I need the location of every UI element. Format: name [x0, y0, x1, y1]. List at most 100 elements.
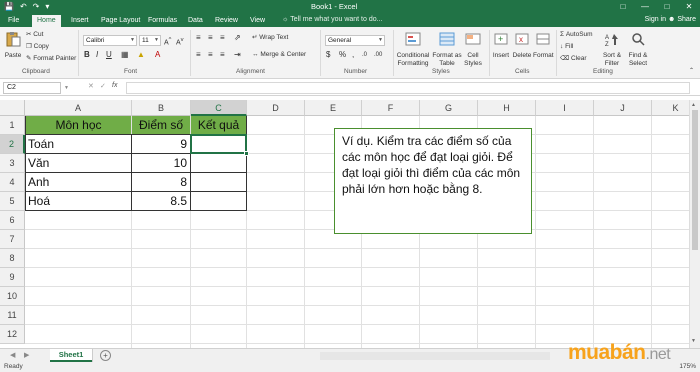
cancel-icon[interactable]: ✕ [88, 82, 94, 90]
sign-in-link[interactable]: Sign in [645, 16, 666, 23]
decrease-font-icon[interactable]: Av [176, 36, 184, 47]
column-header-d[interactable]: D [247, 100, 305, 116]
fill-handle[interactable] [244, 151, 249, 156]
cell-c4[interactable] [191, 173, 246, 192]
row-header-8[interactable]: 8 [0, 249, 25, 268]
formula-input[interactable] [126, 82, 690, 94]
cell-a3[interactable]: Văn [26, 154, 131, 173]
scroll-down-icon[interactable]: ▼ [691, 338, 696, 344]
clear-button[interactable]: ⌫ Clear [560, 55, 587, 63]
cell-c3[interactable] [191, 154, 246, 173]
align-center-icon[interactable]: ≡ [208, 51, 213, 59]
row-header-9[interactable]: 9 [0, 268, 25, 287]
insert-function-icon[interactable]: fx [112, 82, 117, 89]
decrease-decimal-icon[interactable]: .00 [374, 51, 382, 59]
bold-icon[interactable]: B [84, 51, 90, 59]
scrollbar-thumb[interactable] [692, 110, 698, 250]
cell-styles-button[interactable]: Cell Styles [462, 31, 484, 68]
align-right-icon[interactable]: ≡ [220, 51, 225, 59]
fill-color-icon[interactable]: ▲ [137, 51, 145, 59]
align-middle-icon[interactable]: ≡ [208, 34, 213, 42]
select-all-corner[interactable] [0, 100, 25, 116]
sheet-tab-sheet1[interactable]: Sheet1 [50, 349, 92, 362]
prev-sheet-icon[interactable]: ◀ [10, 351, 15, 359]
font-color-icon[interactable]: A [155, 51, 160, 59]
tab-page-layout[interactable]: Page Layout [101, 16, 140, 26]
borders-icon[interactable]: ▦ [121, 51, 129, 59]
currency-icon[interactable]: $ [326, 51, 330, 59]
cell-a1[interactable]: Môn học [26, 116, 131, 135]
column-header-f[interactable]: F [362, 100, 420, 116]
active-cell-selection[interactable] [190, 134, 249, 156]
column-header-i[interactable]: I [536, 100, 594, 116]
add-sheet-icon[interactable]: + [100, 350, 111, 361]
name-box-dropdown-icon[interactable]: ▼ [64, 84, 69, 92]
paste-button[interactable]: Paste [2, 31, 24, 60]
column-header-a[interactable]: A [25, 100, 132, 116]
delete-cells-button[interactable]: x Delete [512, 31, 532, 60]
row-header-7[interactable]: 7 [0, 230, 25, 249]
tab-file[interactable]: File [8, 16, 19, 26]
autosum-button[interactable]: Σ AutoSum [560, 31, 593, 39]
customize-qat-icon[interactable]: ▾ [45, 1, 49, 12]
wrap-text-button[interactable]: ↵ Wrap Text [252, 34, 288, 42]
orientation-icon[interactable]: ⇗ [234, 34, 241, 42]
column-header-e[interactable]: E [305, 100, 362, 116]
cell-a2[interactable]: Toán [26, 135, 131, 154]
tab-home[interactable]: Home [32, 15, 61, 27]
tab-review[interactable]: Review [215, 16, 238, 26]
percent-icon[interactable]: % [339, 51, 346, 59]
row-header-2[interactable]: 2 [0, 135, 25, 154]
increase-font-icon[interactable]: A^ [164, 36, 171, 47]
row-header-12[interactable]: 12 [0, 325, 25, 344]
collapse-ribbon-icon[interactable]: ⌃ [689, 67, 694, 75]
increase-decimal-icon[interactable]: .0 [362, 51, 367, 59]
zoom-level[interactable]: 175% [679, 363, 696, 370]
text-box-shape[interactable]: Ví dụ. Kiểm tra các điểm số của các môn … [334, 128, 532, 234]
vertical-scrollbar[interactable]: ▲ ▼ [689, 100, 700, 348]
format-cells-button[interactable]: Format [533, 31, 554, 60]
align-bottom-icon[interactable]: ≡ [220, 34, 225, 42]
row-header-4[interactable]: 4 [0, 173, 25, 192]
format-painter-button[interactable]: ✎ Format Painter [26, 55, 76, 63]
sort-filter-button[interactable]: AZ Sort & Filter [600, 31, 624, 68]
cell-b4[interactable]: 8 [132, 173, 190, 192]
cell-a4[interactable]: Anh [26, 173, 131, 192]
column-header-g[interactable]: G [420, 100, 478, 116]
underline-icon[interactable]: U [106, 51, 112, 59]
cell-b3[interactable]: 10 [132, 154, 190, 173]
indent-icon[interactable]: ⇥ [234, 51, 241, 59]
cut-button[interactable]: ✂ Cut [26, 31, 43, 39]
cell-b2[interactable]: 9 [132, 135, 190, 154]
italic-icon[interactable]: I [96, 51, 98, 59]
tab-formulas[interactable]: Formulas [148, 16, 177, 26]
tab-view[interactable]: View [250, 16, 265, 26]
maximize-icon[interactable]: □ [656, 0, 678, 14]
cell-a5[interactable]: Hoá [26, 192, 131, 211]
row-header-1[interactable]: 1 [0, 116, 25, 135]
tab-insert[interactable]: Insert [71, 16, 89, 26]
font-name-select[interactable]: Calibri ▼ [83, 35, 137, 46]
horizontal-scrollbar[interactable] [320, 352, 550, 360]
find-select-button[interactable]: Find & Select [626, 31, 650, 68]
row-header-6[interactable]: 6 [0, 211, 25, 230]
tell-me-box[interactable]: ☼ Tell me what you want to do... [282, 16, 382, 23]
enter-icon[interactable]: ✓ [100, 82, 106, 90]
row-header-5[interactable]: 5 [0, 192, 25, 211]
cell-c5[interactable] [191, 192, 246, 211]
fill-button[interactable]: ↓ Fill [560, 43, 573, 51]
redo-icon[interactable]: ↷ [33, 1, 40, 12]
format-as-table-button[interactable]: Format as Table [432, 31, 462, 68]
next-sheet-icon[interactable]: ▶ [24, 351, 29, 359]
tab-data[interactable]: Data [188, 16, 203, 26]
column-header-j[interactable]: J [594, 100, 652, 116]
row-header-11[interactable]: 11 [0, 306, 25, 325]
close-icon[interactable]: ✕ [678, 0, 700, 14]
cell-c1[interactable]: Kết quả [191, 116, 246, 135]
align-left-icon[interactable]: ≡ [196, 51, 201, 59]
insert-cells-button[interactable]: + Insert [492, 31, 510, 60]
undo-icon[interactable]: ↶ [20, 1, 27, 12]
align-top-icon[interactable]: ≡ [196, 34, 201, 42]
row-header-3[interactable]: 3 [0, 154, 25, 173]
comma-icon[interactable]: , [352, 51, 354, 59]
